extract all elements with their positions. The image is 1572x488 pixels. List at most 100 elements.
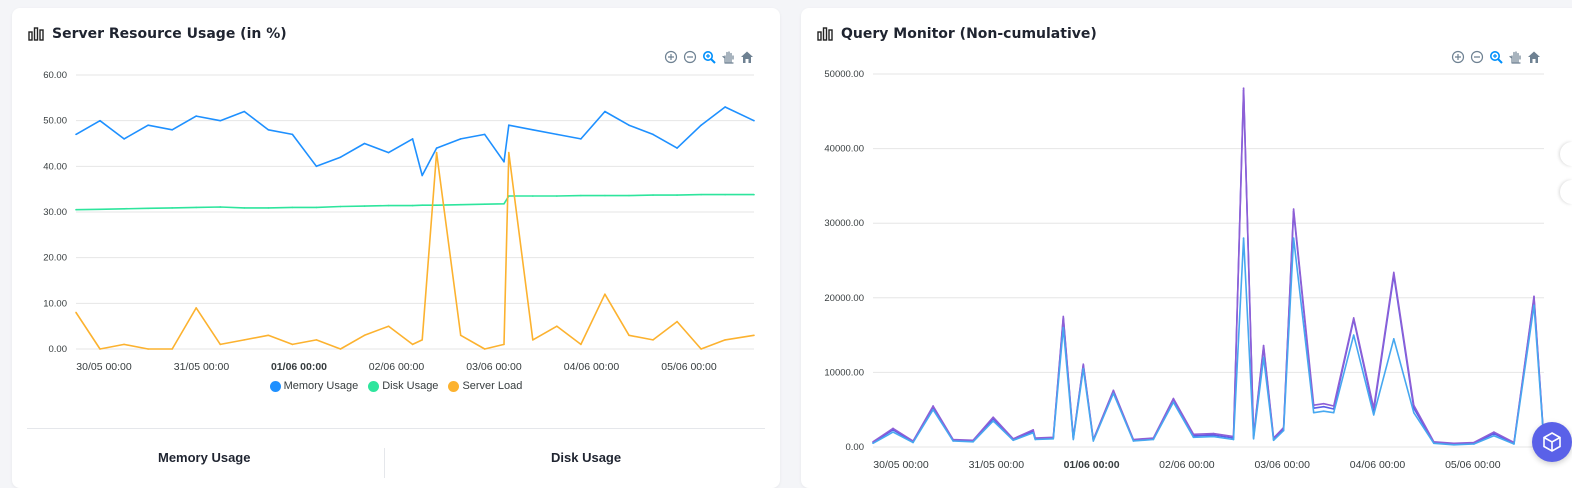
data-point: [1433, 442, 1435, 445]
data-point: [952, 440, 954, 442]
data-point: [421, 174, 424, 177]
data-point: [195, 115, 198, 117]
data-point: [604, 293, 606, 296]
data-point: [652, 133, 654, 136]
data-point: [507, 124, 510, 127]
data-point: [387, 151, 390, 154]
series-line-query-c[interactable]: [872, 237, 1545, 446]
data-point: [1112, 389, 1115, 392]
data-point: [1262, 356, 1265, 359]
server-resource-chart: 60.00 50.00 40.00 30.00 20.00 10.00 0.00 30/05 …: [43, 70, 755, 373]
data-point: [411, 204, 414, 207]
data-point: [676, 194, 678, 196]
y-tick-label: 30000.00: [824, 218, 864, 229]
tab-disk-usage[interactable]: Disk Usage: [551, 450, 621, 465]
data-point: [992, 420, 994, 422]
data-point: [75, 133, 77, 136]
data-point: [628, 194, 630, 197]
data-point: [363, 334, 366, 337]
query-monitor-chart: 50000.00 40000.00 30000.00 20000.00 10000.00…: [824, 69, 1545, 471]
x-tick-label: 05/06 00:00: [1445, 459, 1501, 471]
data-point: [1212, 435, 1215, 438]
series-line-server-load[interactable]: [75, 151, 755, 350]
data-point: [219, 343, 222, 346]
data-point: [147, 348, 149, 350]
data-point: [1292, 237, 1295, 239]
data-point: [363, 142, 366, 145]
data-point: [195, 307, 198, 309]
data-point: [123, 208, 125, 210]
data-point: [676, 147, 678, 149]
data-point: [1322, 410, 1325, 412]
data-point: [676, 320, 678, 323]
series-line-query-b[interactable]: [872, 87, 1545, 445]
x-tick-label: 02/06 00:00: [1159, 459, 1215, 471]
legend-label: Memory Usage: [283, 380, 359, 392]
data-point: [1372, 407, 1375, 410]
data-point: [1062, 315, 1065, 318]
data-point: [556, 133, 558, 136]
data-point: [1533, 295, 1535, 298]
x-tick-label: 04/06 00:00: [564, 361, 620, 373]
data-point: [532, 129, 534, 131]
series-line-memory-usage[interactable]: [75, 106, 755, 177]
data-point: [1082, 367, 1085, 370]
data-point: [435, 204, 438, 206]
y-tick-label: 10000.00: [824, 367, 864, 378]
chat-widget-button[interactable]: [1532, 422, 1572, 462]
data-point: [99, 119, 101, 122]
data-point: [1062, 326, 1065, 329]
data-point: [171, 129, 173, 131]
legend-item-load[interactable]: Server Load: [448, 380, 522, 392]
data-point: [700, 193, 702, 196]
legend-label: Server Load: [462, 380, 523, 392]
data-point: [315, 206, 318, 209]
tab-memory-usage[interactable]: Memory Usage: [158, 450, 250, 465]
data-point: [483, 133, 486, 136]
series-line-disk-usage[interactable]: [75, 193, 754, 211]
data-point: [628, 124, 630, 127]
y-tick-label: 50000.00: [824, 69, 864, 80]
data-point: [411, 138, 414, 140]
data-point: [1172, 397, 1175, 400]
data-point: [291, 343, 294, 346]
data-point: [1192, 436, 1195, 439]
data-point: [604, 110, 606, 113]
data-point: [1292, 208, 1295, 210]
legend-item-memory[interactable]: Memory Usage: [269, 380, 359, 392]
series-line-query-a[interactable]: [872, 89, 1545, 445]
legend-marker: [368, 380, 380, 392]
data-point: [1112, 392, 1115, 395]
data-point: [243, 207, 246, 209]
legend-marker: [269, 380, 281, 392]
data-point: [503, 202, 505, 205]
server-resource-card: Server Resource Usage (in %) 60.00 50.00 4…: [12, 8, 780, 488]
data-point: [604, 194, 606, 197]
data-point: [1413, 411, 1415, 414]
y-tick-label: 0.00: [49, 344, 68, 355]
legend-item-disk[interactable]: Disk Usage: [368, 380, 438, 392]
data-point: [1032, 432, 1035, 434]
data-point: [315, 339, 318, 341]
data-point: [267, 207, 270, 209]
data-point: [1513, 443, 1515, 445]
data-point: [99, 348, 101, 350]
data-point: [339, 348, 342, 350]
x-tick-label: 30/05 00:00: [76, 361, 132, 373]
data-point: [992, 416, 994, 418]
data-point: [872, 442, 874, 445]
data-point: [1352, 334, 1355, 336]
x-tick-label: 03/06 00:00: [466, 361, 522, 373]
data-point: [171, 348, 173, 350]
data-point: [1413, 404, 1415, 407]
data-point: [1453, 443, 1455, 446]
data-point: [1332, 405, 1335, 407]
x-tick-label: 31/05 00:00: [174, 361, 230, 373]
data-point: [195, 206, 198, 209]
x-tick-label: 31/05 00:00: [969, 459, 1025, 471]
data-point: [1072, 438, 1075, 441]
data-point: [1034, 438, 1037, 441]
y-tick-label: 10.00: [43, 298, 67, 309]
data-point: [123, 138, 125, 140]
data-point: [459, 334, 462, 337]
